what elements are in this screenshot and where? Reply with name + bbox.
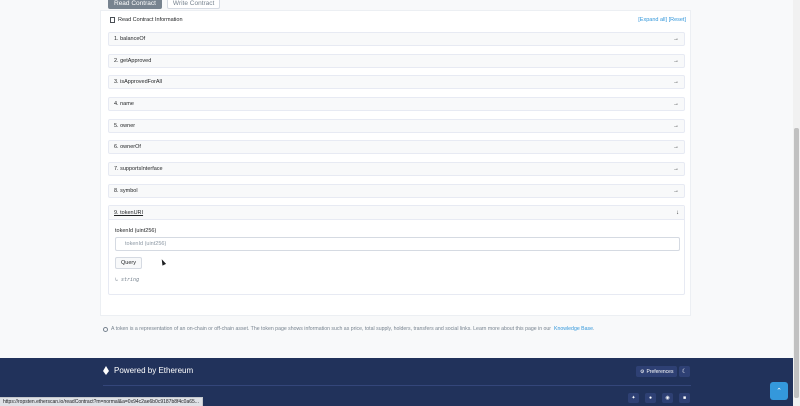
document-icon [110, 17, 115, 23]
method-getapproved[interactable]: 2. getApproved → [108, 54, 685, 68]
section-title: Read Contract Information [118, 17, 183, 23]
read-contract-header: Read Contract Information [Expand all] [… [110, 15, 686, 25]
method-label: 5. owner [114, 123, 136, 129]
method-supportsinterface[interactable]: 7. supportsInterface → [108, 162, 685, 176]
method-name[interactable]: 4. name → [108, 97, 685, 111]
twitter-icon: ✦ [631, 395, 636, 401]
reset-link[interactable]: [Reset] [669, 17, 686, 23]
medium-button[interactable]: ■ [679, 393, 690, 403]
twitter-button[interactable]: ✦ [628, 393, 639, 403]
method-symbol[interactable]: 8. symbol → [108, 184, 685, 198]
arrow-right-icon: → [673, 36, 679, 42]
method-label: 9. tokenURI [114, 209, 144, 216]
dark-mode-button[interactable]: ☾ [679, 366, 690, 377]
arrow-right-icon: → [673, 58, 679, 64]
page-scrollbar[interactable] [793, 0, 800, 406]
powered-by: Powered by Ethereum [103, 366, 193, 375]
reddit-icon: ◉ [665, 395, 670, 401]
contract-tabs: Read Contract Write Contract [108, 0, 221, 9]
method-ownerof[interactable]: 6. ownerOf → [108, 140, 685, 154]
tab-write-contract[interactable]: Write Contract [166, 0, 221, 9]
arrow-right-icon: → [673, 188, 679, 194]
scroll-to-top-button[interactable]: ⌃ [770, 382, 788, 400]
output-type: ↳ string [115, 277, 140, 283]
ethereum-icon [103, 366, 109, 375]
tab-read-contract[interactable]: Read Contract [108, 0, 162, 9]
expand-all-link[interactable]: [Expand all] [638, 17, 667, 23]
method-label: 3. isApprovedForAll [114, 79, 162, 85]
scrollbar-thumb[interactable] [794, 128, 799, 398]
token-info-note: A token is a representation of an on-cha… [103, 326, 594, 332]
facebook-icon: ● [648, 395, 653, 401]
reddit-button[interactable]: ◉ [662, 393, 673, 403]
tokenid-input[interactable] [115, 237, 680, 251]
param-label: tokenId (uint256) [115, 228, 157, 234]
gear-icon: ⚙ [640, 368, 645, 375]
medium-icon: ■ [682, 395, 687, 401]
method-label: 7. supportsInterface [114, 166, 163, 172]
powered-text: Powered by Ethereum [114, 366, 194, 375]
info-end: . [592, 326, 595, 332]
method-label: 4. name [114, 101, 134, 107]
browser-status-url: https://ropsten.etherscan.io/readContrac… [0, 397, 203, 406]
preferences-button[interactable]: ⚙ Preferences [636, 366, 678, 377]
method-balanceof[interactable]: 1. balanceOf → [108, 32, 685, 46]
query-button[interactable]: Query [115, 257, 142, 269]
footer-divider [103, 385, 691, 386]
facebook-button[interactable]: ● [645, 393, 656, 403]
arrow-right-icon: → [673, 166, 679, 172]
info-text: A token is a representation of an on-cha… [111, 326, 552, 332]
chevron-up-icon: ⌃ [776, 388, 782, 395]
preferences-label: Preferences [646, 368, 674, 375]
method-label: 6. ownerOf [114, 144, 141, 150]
arrow-right-icon: → [673, 123, 679, 129]
moon-icon: ☾ [681, 369, 688, 375]
method-label: 1. balanceOf [114, 36, 146, 42]
arrow-right-icon: → [673, 79, 679, 85]
method-isapprovedforall[interactable]: 3. isApprovedForAll → [108, 75, 685, 89]
method-label: 8. symbol [114, 188, 138, 194]
arrow-right-icon: → [673, 101, 679, 107]
method-tokenuri-panel: 9. tokenURI ↓ tokenId (uint256) Query ↳ … [108, 205, 685, 295]
knowledge-base-link[interactable]: Knowledge Base [554, 326, 593, 332]
arrow-right-icon: → [673, 144, 679, 150]
method-owner[interactable]: 5. owner → [108, 119, 685, 133]
method-tokenuri[interactable]: 9. tokenURI ↓ [109, 206, 684, 220]
lightbulb-icon [103, 326, 108, 332]
arrow-down-icon: ↓ [676, 209, 679, 216]
method-label: 2. getApproved [114, 58, 152, 64]
